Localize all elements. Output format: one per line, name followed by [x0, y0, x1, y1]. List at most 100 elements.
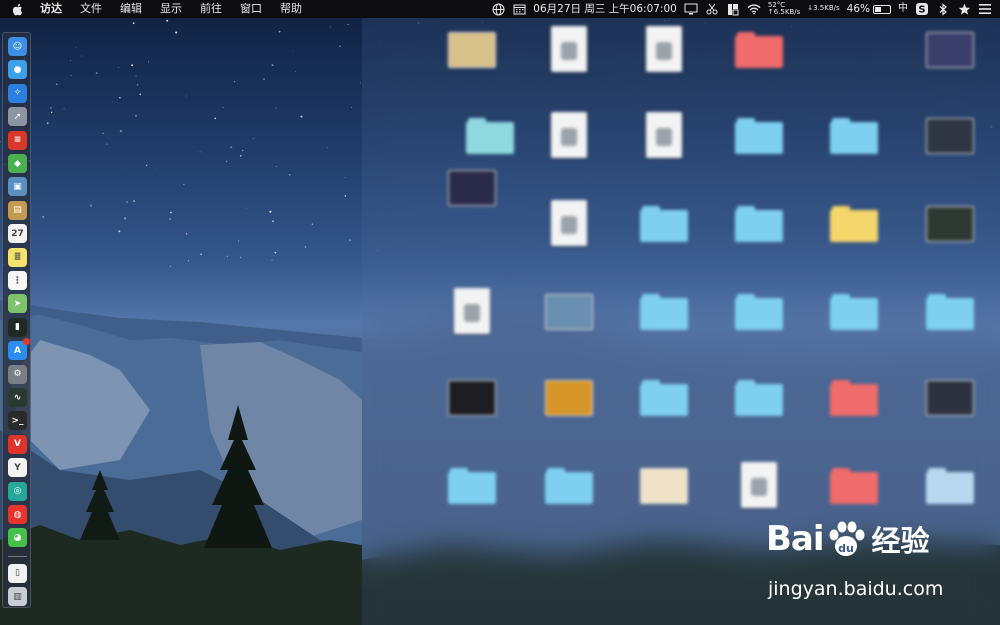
desktop-photo-item[interactable]	[424, 22, 520, 106]
star-icon[interactable]	[957, 2, 971, 16]
image-thumbnail-icon	[448, 380, 496, 416]
desktop-doc-item[interactable]	[521, 196, 617, 280]
dock-activity-monitor-icon[interactable]: ∿	[8, 388, 27, 407]
desktop-photo-item[interactable]	[521, 370, 617, 454]
menu-file[interactable]: 文件	[71, 0, 111, 18]
menu-window[interactable]: 窗口	[231, 0, 271, 18]
desktop-photo-item[interactable]	[424, 370, 520, 454]
image-thumbnail-icon	[926, 206, 974, 242]
globe-icon[interactable]	[491, 2, 505, 16]
battery-level-fill	[875, 6, 882, 12]
bluetooth-icon[interactable]	[936, 2, 950, 16]
dock-app-store-icon[interactable]: A	[8, 338, 30, 361]
desktop-item-label	[620, 248, 708, 268]
desktop-folder-item[interactable]	[806, 284, 902, 368]
desktop-folder-item[interactable]	[902, 284, 998, 368]
dock-notes-icon[interactable]: ≣	[8, 247, 27, 267]
dock-wps-icon[interactable]: ≡	[8, 130, 27, 150]
desktop-folder-item[interactable]	[711, 108, 807, 192]
desktop-doc-item[interactable]	[616, 108, 712, 192]
desktop-doc-item[interactable]	[521, 108, 617, 192]
display-icon[interactable]	[684, 2, 698, 16]
desktop-photo-item[interactable]	[902, 108, 998, 192]
desktop-item-label	[620, 336, 708, 356]
desktop-item-label	[906, 336, 994, 356]
dock-siri-icon[interactable]: ●	[8, 60, 27, 80]
desktop-photo-item[interactable]	[521, 284, 617, 368]
wifi-icon[interactable]	[747, 2, 761, 16]
desktop-photo-item[interactable]	[424, 160, 520, 244]
desktop-folder-item[interactable]	[806, 196, 902, 280]
dock-maps-icon[interactable]: ➤	[8, 294, 27, 314]
dock-trash-icon[interactable]: ▥	[8, 587, 27, 607]
menu-view[interactable]: 显示	[151, 0, 191, 18]
document-icon	[646, 112, 682, 158]
menu-go[interactable]: 前往	[191, 0, 231, 18]
desktop-item-label	[428, 510, 516, 530]
desktop-folder-item[interactable]	[806, 108, 902, 192]
dock-terminal-icon[interactable]: >_	[8, 411, 27, 431]
dock-terminal-dark-icon[interactable]: ▮	[8, 317, 27, 337]
dock-calendar-icon[interactable]: 27	[8, 224, 27, 244]
network-stats-down[interactable]: ↓3.5KB/s	[807, 5, 839, 13]
desktop-folder-item[interactable]	[424, 458, 520, 542]
dock-sourcetree-icon[interactable]: ◎	[8, 481, 27, 501]
desktop-item-label	[906, 422, 994, 442]
desktop-folder-item[interactable]	[521, 458, 617, 542]
dock-vivaldi-icon[interactable]: V	[8, 434, 27, 454]
dock-safari-icon[interactable]: ✧	[8, 83, 27, 103]
dock-system-preferences-icon[interactable]: ⚙	[8, 364, 27, 384]
dock-yandex-icon[interactable]: Y	[8, 458, 27, 478]
desktop-item-label	[428, 336, 516, 356]
menu-edit[interactable]: 编辑	[111, 0, 151, 18]
desktop-photo-item[interactable]	[902, 196, 998, 280]
script-icon[interactable]	[726, 2, 740, 16]
dock-preview-icon[interactable]: ▣	[8, 177, 27, 197]
desktop-folder-item[interactable]	[711, 22, 807, 106]
dock-finder-icon[interactable]: ☺	[8, 37, 27, 56]
sogou-icon[interactable]: S	[915, 2, 929, 16]
calendar-icon[interactable]	[512, 2, 526, 16]
desktop-photo-item[interactable]	[902, 22, 998, 106]
desktop-photo-item[interactable]	[902, 370, 998, 454]
desktop-folder-item[interactable]	[711, 370, 807, 454]
hamburger-menu-icon[interactable]	[978, 2, 992, 16]
desktop-item-label	[428, 422, 516, 442]
folder-icon	[926, 294, 974, 330]
dock-documents-icon[interactable]: ▯	[8, 563, 27, 583]
image-thumbnail-icon	[448, 32, 496, 68]
desktop-folder-item[interactable]	[616, 370, 712, 454]
desktop-folder-item[interactable]	[711, 284, 807, 368]
dock-weibo-icon[interactable]: ◍	[8, 505, 27, 524]
network-stats[interactable]: 52°C ↑6.5KB/s	[768, 1, 800, 17]
desktop-folder-item[interactable]	[616, 284, 712, 368]
battery-status[interactable]: 46%	[847, 0, 891, 18]
dock-wechat-icon[interactable]: ◕	[8, 528, 27, 548]
desktop-folder-item[interactable]	[711, 196, 807, 280]
document-icon	[551, 112, 587, 158]
clock-datetime[interactable]: 06月27日 周三 上午06:07:00	[533, 0, 677, 18]
dock-launchpad-icon[interactable]: ➚	[8, 107, 27, 127]
desktop-item-label	[810, 248, 898, 268]
folder-icon	[466, 118, 514, 154]
menu-help[interactable]: 帮助	[271, 0, 311, 18]
folder-icon	[545, 468, 593, 504]
desktop-doc-item[interactable]	[424, 284, 520, 368]
desktop-photo-item[interactable]	[616, 458, 712, 542]
battery-icon	[873, 4, 891, 14]
dock-android-studio-icon[interactable]: ◆	[8, 154, 27, 173]
desktop-item-label	[715, 422, 803, 442]
dock-notes-app-icon[interactable]: ▤	[8, 200, 27, 220]
apple-logo-icon[interactable]	[0, 3, 34, 16]
desktop-folder-item[interactable]	[616, 196, 712, 280]
menu-app-name[interactable]: 访达	[34, 0, 71, 18]
scissors-icon[interactable]	[705, 2, 719, 16]
watermark-brand-cn: 经验	[871, 524, 930, 558]
input-method[interactable]: 中	[898, 0, 908, 18]
image-thumbnail-icon	[926, 32, 974, 68]
desktop-doc-item[interactable]	[521, 22, 617, 106]
desktop-doc-item[interactable]	[616, 22, 712, 106]
desktop-item-label	[525, 160, 613, 180]
dock-reminders-icon[interactable]: ⋮	[8, 271, 27, 290]
desktop-folder-item[interactable]	[806, 370, 902, 454]
